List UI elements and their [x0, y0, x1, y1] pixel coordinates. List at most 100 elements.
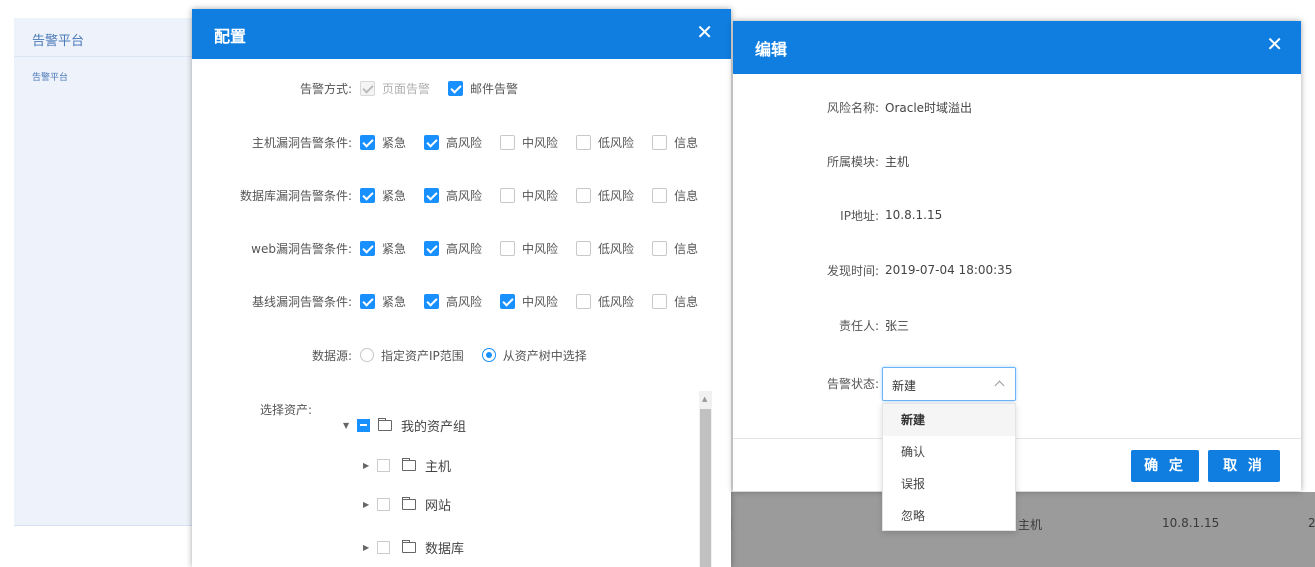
condition-checkbox[interactable]: 高风险: [424, 240, 482, 257]
cancel-button[interactable]: 取 消: [1208, 450, 1280, 482]
tree-node-root[interactable]: ▼ 我的资产组: [343, 415, 466, 435]
email-alert-checkbox[interactable]: 邮件告警: [448, 80, 518, 97]
condition-checkbox[interactable]: 低风险: [576, 240, 634, 257]
checkbox-icon[interactable]: [377, 458, 390, 472]
scroll-thumb[interactable]: [700, 409, 711, 567]
checkbox-icon[interactable]: [652, 187, 668, 203]
checkbox-icon[interactable]: [500, 240, 516, 256]
close-icon[interactable]: ✕: [696, 22, 713, 42]
condition-option-label: 信息: [674, 135, 699, 150]
field-status: 告警状态:: [733, 373, 879, 393]
condition-checkbox[interactable]: 中风险: [500, 293, 558, 310]
condition-option-label: 低风险: [598, 188, 635, 203]
checkbox-icon[interactable]: [500, 134, 516, 150]
radio-icon[interactable]: [360, 348, 374, 362]
radio-ip-range[interactable]: 指定资产IP范围: [360, 347, 464, 364]
radio-asset-tree[interactable]: 从资产树中选择: [481, 347, 587, 364]
checkbox-icon[interactable]: [360, 187, 375, 203]
field-found-time: 发现时间: 2019-07-04 18:00:35: [733, 260, 1013, 280]
checkbox-icon[interactable]: [652, 134, 668, 150]
tree-node-host[interactable]: ▶ 主机: [363, 455, 451, 475]
checkbox-icon[interactable]: [424, 187, 440, 203]
radio-ip-range-label: 指定资产IP范围: [381, 348, 464, 363]
condition-checkbox[interactable]: 紧急: [360, 240, 406, 257]
radio-icon[interactable]: [481, 348, 496, 362]
field-label: 发现时间:: [826, 263, 879, 278]
checkbox-partial-icon[interactable]: [357, 418, 370, 432]
condition-label: 基线漏洞告警条件:: [251, 294, 352, 309]
condition-checkbox[interactable]: 高风险: [424, 134, 482, 151]
checkbox-icon[interactable]: [576, 187, 592, 203]
status-label: 告警状态:: [826, 376, 879, 391]
checkbox-icon[interactable]: [576, 134, 592, 150]
tree-node-website[interactable]: ▶ 网站: [363, 494, 451, 514]
field-owner: 责任人: 张三: [733, 315, 909, 335]
tree-scrollbar[interactable]: ▲: [699, 391, 712, 567]
checkbox-icon[interactable]: [500, 187, 516, 203]
checkbox-icon[interactable]: [652, 240, 668, 256]
condition-checkbox[interactable]: 信息: [652, 293, 698, 310]
condition-checkbox[interactable]: 信息: [652, 187, 698, 204]
field-value: 主机: [885, 154, 910, 169]
condition-option-label: 中风险: [522, 188, 559, 203]
chevron-up-icon[interactable]: [994, 380, 1005, 391]
condition-checkbox[interactable]: 紧急: [360, 134, 406, 151]
status-option-ignore[interactable]: 忽略: [883, 500, 1015, 532]
tree-node-label: 网站: [425, 498, 452, 514]
confirm-button[interactable]: 确 定: [1131, 450, 1199, 482]
status-select[interactable]: 新建: [882, 367, 1016, 401]
footer-divider: [733, 438, 1301, 439]
field-value: Oracle时域溢出: [885, 100, 973, 115]
condition-checkbox[interactable]: 高风险: [424, 187, 482, 204]
checkbox-icon[interactable]: [652, 293, 668, 309]
folder-icon: [402, 496, 416, 510]
condition-label: 主机漏洞告警条件:: [251, 135, 352, 150]
folder-icon: [378, 417, 392, 431]
scroll-up-icon[interactable]: ▲: [702, 395, 707, 403]
condition-row: web漏洞告警条件: 紧急 高风险 中风险 低风险 信息: [192, 238, 708, 258]
checkbox-icon[interactable]: [377, 540, 390, 554]
condition-checkbox[interactable]: 低风险: [576, 187, 634, 204]
condition-checkbox[interactable]: 紧急: [360, 293, 406, 310]
checkbox-icon[interactable]: [448, 80, 464, 96]
condition-checkbox[interactable]: 紧急: [360, 187, 406, 204]
condition-option-label: 高风险: [446, 135, 483, 150]
sidebar-item-alert-platform[interactable]: 告警平台: [32, 70, 68, 83]
status-option-false-positive[interactable]: 误报: [883, 468, 1015, 500]
condition-checkbox[interactable]: 低风险: [576, 134, 634, 151]
condition-row: 基线漏洞告警条件: 紧急 高风险 中风险 低风险 信息: [192, 291, 708, 311]
caret-right-icon[interactable]: ▶: [363, 500, 373, 509]
caret-right-icon[interactable]: ▶: [363, 543, 373, 552]
condition-checkbox[interactable]: 中风险: [500, 134, 558, 151]
status-option-new[interactable]: 新建: [883, 404, 1015, 436]
field-label: IP地址:: [840, 208, 879, 223]
close-icon[interactable]: ✕: [1266, 34, 1283, 54]
checkbox-icon[interactable]: [360, 293, 375, 309]
background-sidebar: 告警平台 告警平台: [14, 18, 206, 526]
tree-node-database[interactable]: ▶ 数据库: [363, 537, 464, 557]
background-table-row: 测 主机 10.8.1.15 2: [720, 492, 1315, 567]
caret-down-icon[interactable]: ▼: [343, 421, 353, 430]
checkbox-icon[interactable]: [360, 134, 375, 150]
caret-right-icon[interactable]: ▶: [363, 461, 373, 470]
condition-checkbox[interactable]: 低风险: [576, 293, 634, 310]
condition-checkbox[interactable]: 中风险: [500, 240, 558, 257]
condition-option-label: 中风险: [522, 294, 559, 309]
checkbox-icon[interactable]: [576, 240, 592, 256]
checkbox-icon[interactable]: [424, 240, 440, 256]
status-option-confirm[interactable]: 确认: [883, 436, 1015, 468]
page-alert-label: 页面告警: [382, 81, 431, 96]
condition-checkbox[interactable]: 信息: [652, 134, 698, 151]
folder-icon: [402, 457, 416, 471]
checkbox-icon[interactable]: [377, 497, 390, 511]
condition-checkbox[interactable]: 高风险: [424, 293, 482, 310]
condition-checkbox[interactable]: 信息: [652, 240, 698, 257]
checkbox-icon[interactable]: [500, 293, 516, 309]
checkbox-icon[interactable]: [424, 293, 440, 309]
checkbox-icon[interactable]: [424, 134, 440, 150]
checkbox-icon: [360, 80, 375, 96]
condition-checkbox[interactable]: 中风险: [500, 187, 558, 204]
asset-select-row: 选择资产:: [192, 399, 312, 419]
checkbox-icon[interactable]: [360, 240, 375, 256]
checkbox-icon[interactable]: [576, 293, 592, 309]
